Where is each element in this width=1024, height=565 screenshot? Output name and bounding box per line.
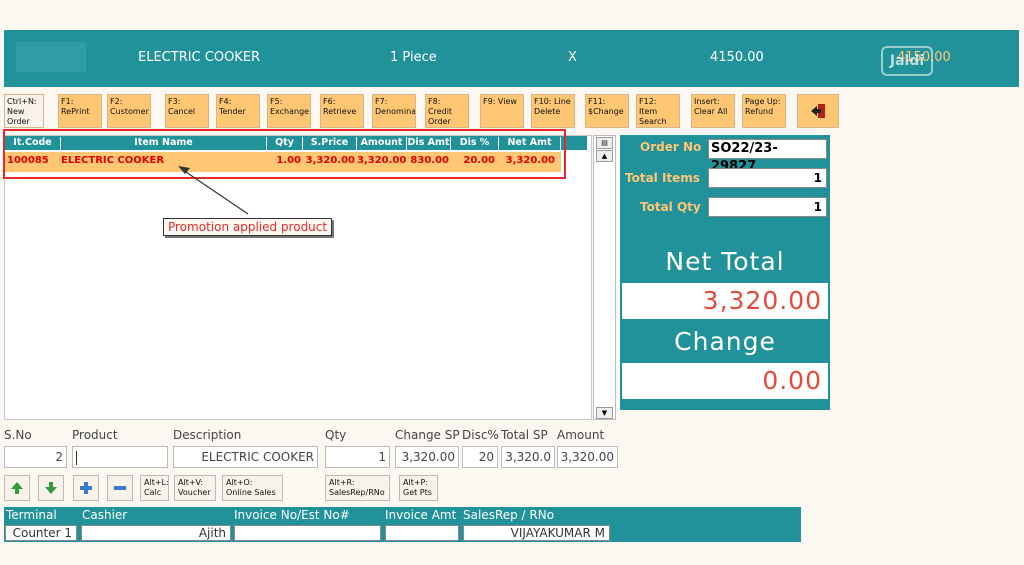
tender-button[interactable]: F4: Tender: [216, 94, 260, 128]
credit-order-button[interactable]: F8: Credit Order: [425, 94, 469, 128]
voucher-button[interactable]: Alt+V: Voucher: [174, 475, 216, 501]
text-cursor: [76, 450, 77, 465]
total-sp-field[interactable]: 3,320.0: [501, 446, 555, 468]
exit-button[interactable]: [797, 94, 839, 128]
multiply-sign: X: [568, 50, 577, 65]
terminal-field: Counter 1: [5, 525, 77, 541]
total-sp-label: Total SP: [501, 428, 548, 442]
total-qty-field: 1: [708, 197, 827, 217]
scroll-up-icon[interactable]: ▲: [596, 150, 613, 162]
current-item-price: 4150.00: [710, 50, 764, 65]
scroll-down-icon[interactable]: ▼: [596, 407, 613, 419]
watermark-logo: Jaldi: [881, 46, 933, 76]
product-label: Product: [72, 428, 118, 442]
invoice-no-field: [234, 525, 381, 541]
total-qty-label: Total Qty: [640, 200, 701, 214]
amount-label: Amount: [557, 428, 605, 442]
invoice-no-label: Invoice No/Est No#: [234, 508, 350, 522]
refund-button[interactable]: Page Up: Refund: [742, 94, 786, 128]
plus-icon: [80, 482, 92, 494]
change-sp-label: Change SP: [395, 428, 460, 442]
change-button[interactable]: F11: $Change: [585, 94, 629, 128]
promotion-highlight-box: [3, 129, 566, 179]
order-no-label: Order No: [640, 140, 702, 154]
new-order-button[interactable]: Ctrl+N: New Order: [4, 94, 44, 128]
change-sp-input[interactable]: 3,320.00: [395, 446, 459, 468]
amount-field[interactable]: 3,320.00: [557, 446, 618, 468]
retrieve-button[interactable]: F6: Retrieve: [320, 94, 364, 128]
online-sales-button[interactable]: Alt+O: Online Sales: [222, 475, 283, 501]
add-qty-button[interactable]: [73, 475, 99, 501]
arrow-down-icon: [45, 482, 57, 494]
denomination-button[interactable]: F7: Denomina: [372, 94, 416, 128]
reprint-button[interactable]: F1: RePrint: [58, 94, 102, 128]
current-item-name: ELECTRIC COOKER: [138, 50, 261, 65]
salesrep-field: VIJAYAKUMAR M: [463, 525, 610, 541]
salesrep-button[interactable]: Alt+R: SalesRep/RNo: [325, 475, 390, 501]
move-up-button[interactable]: [4, 475, 30, 501]
change-label: Change: [674, 327, 776, 356]
qty-label: Qty: [325, 428, 347, 442]
total-items-label: Total Items: [625, 171, 700, 185]
salesrep-label: SalesRep / RNo: [463, 508, 555, 522]
promotion-callout: Promotion applied product: [163, 218, 333, 236]
move-down-button[interactable]: [38, 475, 64, 501]
disc-label: Disc%: [462, 428, 499, 442]
customer-button[interactable]: F2: Customer: [107, 94, 151, 128]
description-field[interactable]: ELECTRIC COOKER: [173, 446, 318, 468]
company-logo: [16, 42, 86, 72]
product-input[interactable]: [72, 446, 168, 468]
invoice-amt-field: [385, 525, 459, 541]
order-no-field: SO22/23-29827: [708, 139, 827, 174]
item-search-button[interactable]: F12: Item Search: [636, 94, 680, 128]
current-item-quantity: 1 Piece: [390, 50, 437, 65]
terminal-label: Terminal: [6, 508, 57, 522]
arrow-up-icon: [11, 482, 23, 494]
get-points-button[interactable]: Alt+P: Get Pts: [399, 475, 438, 501]
remove-qty-button[interactable]: [107, 475, 133, 501]
view-button[interactable]: F9: View: [480, 94, 524, 128]
exchange-button[interactable]: F5: Exchange: [267, 94, 311, 128]
grid-scrollbar[interactable]: ▤ ▲ ▼: [593, 135, 616, 420]
total-items-field: 1: [708, 168, 827, 188]
calc-button[interactable]: Alt+L: Calc: [140, 475, 169, 501]
sno-label: S.No: [4, 428, 32, 442]
change-value: 0.00: [622, 363, 828, 399]
cashier-field: Ajith: [81, 525, 231, 541]
sno-field[interactable]: 2: [4, 446, 67, 468]
invoice-amt-label: Invoice Amt: [385, 508, 457, 522]
clear-all-button[interactable]: Insert: Clear All: [691, 94, 735, 128]
net-total-label: Net Total: [665, 247, 785, 276]
disc-input[interactable]: 20: [462, 446, 498, 468]
grid-menu-icon[interactable]: ▤: [596, 137, 613, 149]
order-summary-panel: Order No SO22/23-29827 Total Items 1 Tot…: [620, 135, 830, 410]
exit-icon: [811, 104, 825, 118]
status-footer: Terminal Cashier Invoice No/Est No# Invo…: [4, 507, 801, 542]
line-delete-button[interactable]: F10: Line Delete: [531, 94, 575, 128]
qty-input[interactable]: 1: [325, 446, 390, 468]
cashier-label: Cashier: [82, 508, 128, 522]
description-label: Description: [173, 428, 242, 442]
minus-icon: [114, 486, 126, 490]
cancel-button[interactable]: F3: Cancel: [165, 94, 209, 128]
net-total-value: 3,320.00: [622, 283, 828, 319]
item-display-bar: ELECTRIC COOKER 1 Piece X 4150.00 4150.0…: [4, 30, 1019, 87]
